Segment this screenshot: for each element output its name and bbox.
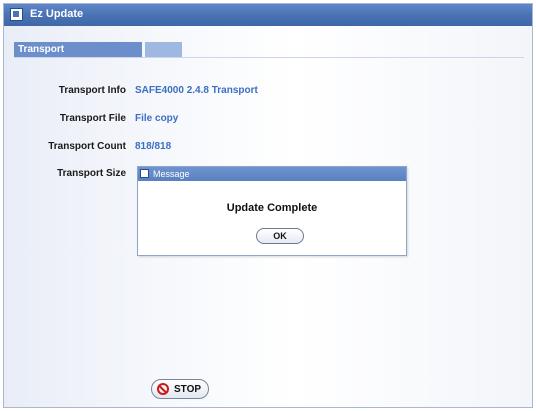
stop-button-label: STOP <box>174 384 202 395</box>
tab-blank[interactable] <box>145 42 182 57</box>
window-title: Ez Update <box>30 8 84 20</box>
transport-info-label: Transport Info <box>58 85 126 96</box>
dialog-title: Message <box>153 169 190 179</box>
title-bar[interactable]: Ez Update <box>4 4 532 26</box>
transport-count-value: 818/818 <box>135 141 172 152</box>
transport-info-value: SAFE4000 2.4.8 Transport <box>135 85 258 96</box>
tab-bar: Transport <box>14 42 182 57</box>
transport-size-label: Transport Size <box>57 168 126 179</box>
transport-file-value: File copy <box>135 113 179 124</box>
stop-button[interactable]: STOP <box>151 379 209 399</box>
app-icon <box>10 8 23 21</box>
ok-button[interactable]: OK <box>256 228 304 244</box>
dialog-message: Update Complete <box>226 202 318 214</box>
dialog-title-bar[interactable]: Message <box>138 167 406 181</box>
info-icon <box>140 169 149 178</box>
transport-file-label: Transport File <box>59 113 126 124</box>
tab-divider <box>14 57 524 58</box>
transport-count-label: Transport Count <box>48 141 126 152</box>
message-dialog: Message Update Complete OK <box>137 166 407 256</box>
stop-icon <box>157 383 169 395</box>
tab-transport[interactable]: Transport <box>14 42 142 57</box>
